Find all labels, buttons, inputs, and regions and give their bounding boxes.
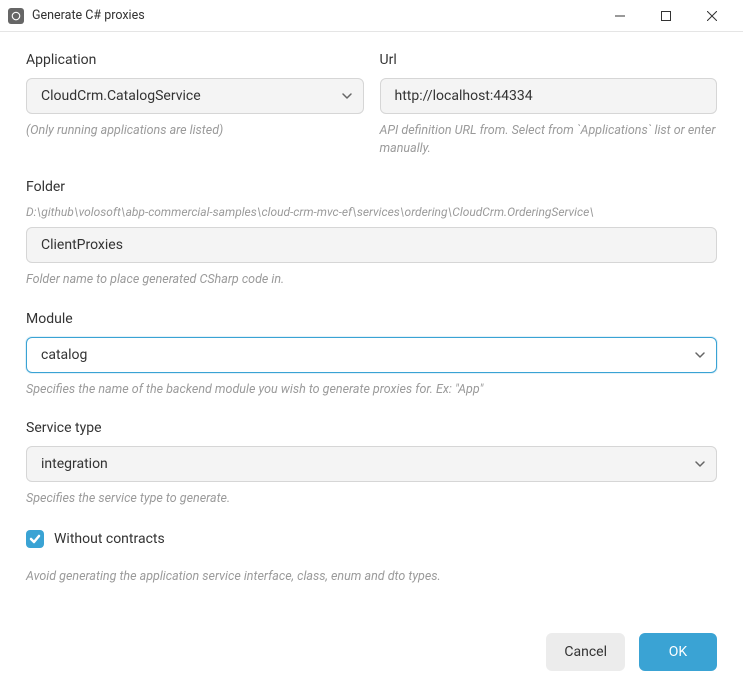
dialog-content: Application (Only running applications a… [0,32,743,585]
close-button[interactable] [689,0,735,31]
service-type-help: Specifies the service type to generate. [26,490,717,508]
application-help: (Only running applications are listed) [26,122,364,140]
url-input[interactable] [380,78,718,114]
titlebar: Generate C# proxies [0,0,743,32]
module-label: Module [26,311,717,327]
maximize-button[interactable] [643,0,689,31]
module-help: Specifies the name of the backend module… [26,381,717,399]
window-controls [597,0,735,31]
window-title: Generate C# proxies [32,8,597,23]
dialog-footer: Cancel OK [546,633,717,671]
application-field: Application (Only running applications a… [26,52,364,157]
minimize-button[interactable] [597,0,643,31]
service-type-select[interactable] [26,446,717,482]
folder-field: Folder D:\github\volosoft\abp-commercial… [26,179,717,289]
app-icon [8,8,24,24]
without-contracts-checkbox[interactable] [26,530,44,548]
url-help: API definition URL from. Select from `Ap… [380,122,718,157]
cancel-button[interactable]: Cancel [546,633,625,671]
service-type-label: Service type [26,420,717,436]
module-select[interactable] [26,337,717,373]
folder-help: Folder name to place generated CSharp co… [26,271,717,289]
without-contracts-help: Avoid generating the application service… [26,568,717,586]
folder-path: D:\github\volosoft\abp-commercial-sample… [26,205,717,219]
application-select[interactable] [26,78,364,114]
module-field: Module Specifies the name of the backend… [26,311,717,399]
service-type-field: Service type Specifies the service type … [26,420,717,508]
url-label: Url [380,52,718,68]
url-field: Url API definition URL from. Select from… [380,52,718,157]
without-contracts-field: Without contracts Avoid generating the a… [26,530,717,586]
folder-label: Folder [26,179,717,195]
application-label: Application [26,52,364,68]
without-contracts-label: Without contracts [54,531,165,547]
ok-button[interactable]: OK [639,633,717,671]
folder-input[interactable] [26,227,717,263]
